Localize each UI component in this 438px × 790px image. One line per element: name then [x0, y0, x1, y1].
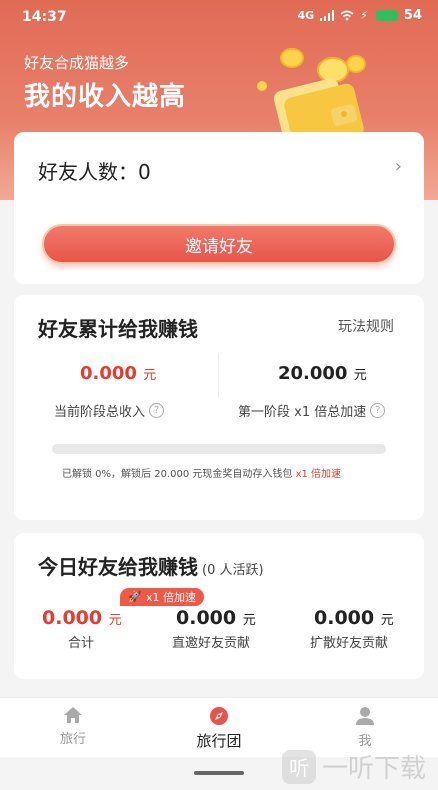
stage-target-amount: 20.000	[278, 363, 348, 384]
tab-travel-group-label: 旅行团	[196, 732, 242, 750]
today-total-amount: 0.000	[42, 607, 103, 629]
cumulative-earnings-card: 好友累计给我赚钱 玩法规则 › 0.000 元 20.000 元 当前阶段总收入…	[14, 295, 424, 520]
spread-contribution-unit: 元	[380, 613, 394, 628]
stage-income-amount: 0.000	[80, 363, 137, 384]
rocket-icon: 🚀	[128, 590, 142, 603]
today-total-unit: 元	[108, 613, 122, 628]
stage-target-label: 第一阶段 x1 倍总加速	[238, 405, 367, 420]
wifi-icon	[340, 10, 354, 21]
stage-target-unit: 元	[353, 368, 367, 383]
hero-subtitle: 好友合成猫越多	[24, 54, 130, 72]
stage-target-label-row: 第一阶段 x1 倍总加速 ?	[238, 401, 386, 420]
unlock-note-text: 已解锁 0%，解锁后 20.000 元现金奖自动存入钱包	[62, 469, 296, 480]
spread-contribution-amount: 0.000	[314, 607, 375, 629]
tab-travel-group[interactable]: 旅行团	[179, 706, 259, 751]
signal-icon	[320, 10, 335, 21]
invite-friends-button[interactable]: 邀请好友	[42, 224, 396, 264]
friend-count[interactable]: 好友人数：0	[38, 156, 151, 185]
status-time: 14:37	[22, 9, 67, 25]
boost-badge-label: x1 倍加速	[146, 591, 197, 604]
watermark-logo: 听	[282, 749, 316, 784]
spread-contribution-value: 0.000 元	[314, 607, 394, 629]
unlock-progress-bar	[52, 444, 386, 454]
home-icon	[64, 707, 82, 723]
friend-count-value: 0	[138, 160, 151, 184]
cumulative-earnings-title: 好友累计给我赚钱	[38, 317, 198, 341]
battery-level: 54	[403, 8, 422, 23]
home-indicator[interactable]	[194, 771, 244, 775]
watermark: 听 一听下载	[282, 748, 426, 785]
today-earnings-title: 今日好友给我赚钱 (0 人活跃)	[38, 551, 264, 580]
watermark-text: 一听下载	[322, 754, 427, 784]
tab-me-label: 我	[358, 734, 372, 749]
help-icon[interactable]: ?	[370, 403, 386, 418]
unlock-note-highlight: x1 倍加速	[295, 469, 342, 480]
stage-income-label-row: 当前阶段总收入 ?	[54, 401, 165, 420]
status-bar: 14:37 4G ⚡ 54	[0, 0, 438, 34]
boost-badge: 🚀 x1 倍加速	[120, 588, 205, 606]
chevron-right-icon[interactable]: ›	[395, 156, 402, 177]
stage-income-unit: 元	[143, 368, 157, 383]
battery-icon	[375, 10, 398, 21]
today-total-value: 0.000 元	[42, 607, 122, 629]
direct-contribution-unit: 元	[242, 613, 256, 628]
divider	[218, 353, 219, 397]
today-earnings-title-text: 今日好友给我赚钱	[38, 555, 198, 579]
status-icons: 4G ⚡ 54	[297, 8, 422, 23]
stage-income-label: 当前阶段总收入	[54, 405, 146, 420]
today-earnings-card: 今日好友给我赚钱 (0 人活跃) 🚀 x1 倍加速 0.000 元 合计 0.00…	[14, 533, 424, 679]
tab-me[interactable]: 我	[325, 706, 405, 749]
stage-target-value: 20.000 元	[278, 363, 367, 384]
charging-icon: ⚡	[360, 9, 368, 22]
friend-count-card: 好友人数：0 › 邀请好友	[14, 132, 424, 284]
stage-income-value: 0.000 元	[80, 363, 156, 384]
help-icon[interactable]: ?	[149, 403, 165, 418]
active-friends-note: (0 人活跃)	[202, 563, 264, 578]
person-icon	[356, 707, 374, 725]
unlock-note: 已解锁 0%，解锁后 20.000 元现金奖自动存入钱包 x1 倍加速	[62, 465, 341, 480]
tab-travel[interactable]: 旅行	[33, 706, 113, 747]
direct-contribution-amount: 0.000	[176, 607, 237, 629]
spread-contribution-label: 扩散好友贡献	[310, 636, 389, 651]
network-label: 4G	[297, 9, 315, 22]
hero-title: 我的收入越高	[24, 82, 187, 112]
today-total-label: 合计	[68, 636, 95, 651]
chevron-right-icon[interactable]: ›	[385, 313, 392, 334]
tab-travel-label: 旅行	[59, 732, 86, 747]
direct-contribution-value: 0.000 元	[176, 607, 256, 629]
direct-contribution-label: 直邀好友贡献	[172, 636, 251, 651]
compass-icon	[210, 707, 228, 725]
friend-count-label: 好友人数：	[38, 160, 138, 184]
